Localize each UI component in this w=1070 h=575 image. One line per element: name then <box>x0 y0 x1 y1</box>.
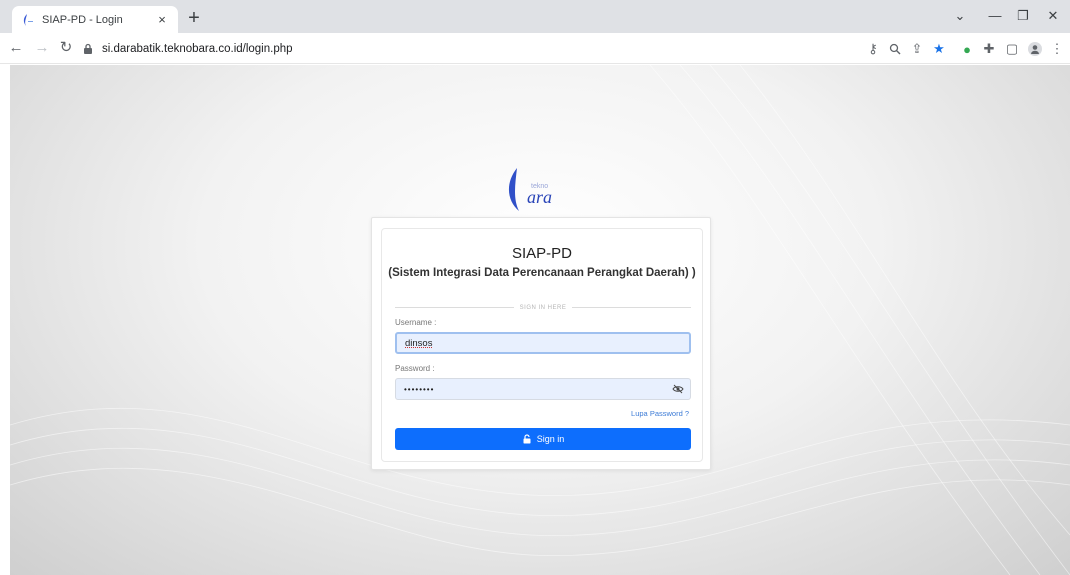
svg-text:tekno: tekno <box>531 183 548 190</box>
password-label: Password : <box>395 364 435 373</box>
divider-text: SIGN IN HERE <box>519 304 567 311</box>
tab-close-icon[interactable]: × <box>154 12 170 27</box>
app-title: SIAP-PD <box>511 245 572 262</box>
url-text: si.darabatik.teknobara.co.id/login.php <box>102 42 293 55</box>
zoom-icon[interactable] <box>886 40 904 58</box>
tab-search-icon[interactable]: ⌄ <box>950 8 970 24</box>
side-panel-icon[interactable]: ▢ <box>1003 40 1021 58</box>
sign-in-button[interactable]: Sign in <box>395 428 691 450</box>
extension-icon[interactable]: ● <box>958 40 976 58</box>
close-window-icon[interactable]: ✕ <box>1043 8 1063 24</box>
browser-toolbar: ← → ↻ si.darabatik.teknobara.co.id/login… <box>0 33 1070 64</box>
sign-in-divider: SIGN IN HERE <box>395 303 691 312</box>
bookmark-star-icon[interactable]: ★ <box>930 40 948 58</box>
tab-title: SIAP-PD - Login <box>42 13 123 26</box>
restore-icon[interactable]: ❐ <box>1013 8 1033 24</box>
browser-tab[interactable]: SIAP-PD - Login × <box>12 6 178 33</box>
login-card: SIAP-PD (Sistem Integrasi Data Perencana… <box>371 217 711 470</box>
sign-in-label: Sign in <box>536 434 565 444</box>
username-value: dinsos <box>405 337 433 349</box>
password-input[interactable]: •••••••• <box>395 378 691 400</box>
key-icon[interactable]: ⚷ <box>864 40 882 58</box>
share-icon[interactable]: ⇪ <box>908 40 926 58</box>
login-form: SIAP-PD (Sistem Integrasi Data Perencana… <box>381 228 703 462</box>
lock-icon <box>82 43 94 55</box>
username-input[interactable]: dinsos <box>395 332 691 354</box>
minimize-icon[interactable]: — <box>985 8 1005 23</box>
extensions-puzzle-icon[interactable]: ✚ <box>980 40 998 58</box>
teknobara-logo: ara tekno <box>505 165 575 215</box>
back-icon[interactable]: ← <box>7 39 25 57</box>
forward-icon[interactable]: → <box>33 39 51 57</box>
forgot-password-link[interactable]: Lupa Password ? <box>631 409 689 418</box>
menu-kebab-icon[interactable]: ⋮ <box>1048 40 1066 58</box>
profile-avatar-icon[interactable] <box>1026 40 1044 58</box>
password-value: •••••••• <box>404 384 435 394</box>
app-subtitle: (Sistem Integrasi Data Perencanaan Peran… <box>388 267 696 279</box>
unlock-icon <box>522 434 532 444</box>
toggle-password-eye-icon[interactable] <box>672 383 684 395</box>
username-label: Username : <box>395 318 437 327</box>
reload-icon[interactable]: ↻ <box>57 39 75 57</box>
svg-text:ara: ara <box>527 187 552 207</box>
browser-tab-bar: SIAP-PD - Login × + ⌄ — ❐ ✕ <box>0 0 1070 33</box>
login-page: ara tekno SIAP-PD (Sistem Integrasi Data… <box>10 65 1070 575</box>
site-favicon-icon <box>20 13 34 27</box>
address-bar[interactable]: si.darabatik.teknobara.co.id/login.php <box>82 37 882 60</box>
new-tab-button[interactable]: + <box>183 7 205 29</box>
